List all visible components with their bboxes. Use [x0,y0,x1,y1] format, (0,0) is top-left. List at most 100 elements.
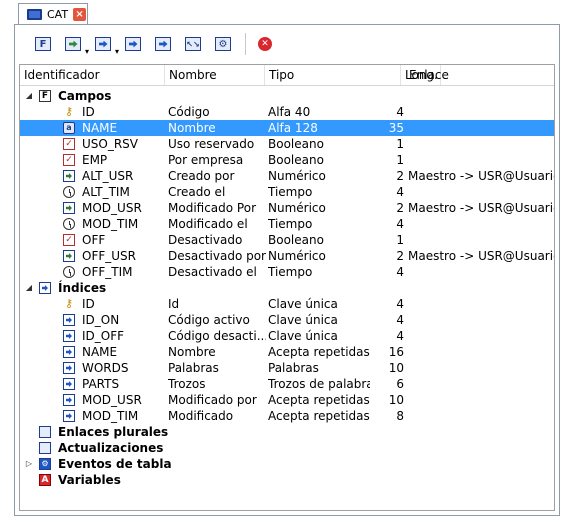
insert-after-icon [98,40,108,48]
expand-icon[interactable]: ▷ [24,456,34,472]
row-type: Clave única [268,297,338,311]
key-icon: ⚷ [64,297,74,310]
group-events[interactable]: ▷ ⚙ Eventos de tabla [20,456,554,472]
gear-icon: ⚙ [218,38,228,50]
column-header-type[interactable]: Tipo [265,65,401,85]
settings-button[interactable]: ⚙ [215,37,231,51]
column-header-id[interactable]: Identificador [20,65,165,85]
toolbar-separator [245,33,246,55]
text-icon: a [63,122,75,134]
row-length: 4 [396,313,404,327]
row-name: Código desacti... [168,329,266,343]
check-icon: ✓ [63,234,75,246]
row-type: Clave única [268,329,338,343]
field-row[interactable]: a NAME Nombre Alfa 128 35 [20,120,554,136]
row-id: ID_OFF [82,329,125,343]
group-variables[interactable]: A Variables [20,472,554,488]
insert-after-button[interactable] [95,37,119,56]
indice-row[interactable]: MOD_TIM Modificado Acepta repetidas 8 [20,408,554,424]
field-button[interactable]: F [35,37,51,51]
row-id: ID [82,297,95,311]
field-row[interactable]: ALT_TIM Creado el Tiempo 4 [20,184,554,200]
group-label: Campos [58,89,112,103]
row-length: 4 [396,185,404,199]
clock-icon [63,218,75,230]
row-id: MOD_USR [82,201,142,215]
row-id: MOD_TIM [82,409,139,423]
row-id: PARTS [82,377,120,391]
row-name: Uso reservado [168,137,255,151]
field-row[interactable]: OFF_TIM Desactivado el Tiempo 4 [20,264,554,280]
row-id: NAME [82,345,118,359]
variables-icon: A [39,474,51,486]
field-icon: F [39,38,47,50]
number-icon [63,250,75,262]
field-row[interactable]: ⚷ ID Código Alfa 40 4 [20,104,554,120]
group-plural-links[interactable]: Enlaces plurales [20,424,554,440]
clock-icon [63,266,75,278]
row-length: 2 [396,169,404,183]
row-length: 4 [396,329,404,343]
field-row[interactable]: ✓ USO_RSV Uso reservado Booleano 1 [20,136,554,152]
group-label: Actualizaciones [58,441,164,455]
row-name: Creado por [168,169,235,183]
clock-icon [63,186,75,198]
insert-button[interactable] [65,37,89,56]
indice-row[interactable]: MOD_USR Modificado por Acepta repetidas 10 [20,392,554,408]
fields-group-icon: F [39,90,51,102]
index-icon [63,330,75,342]
indice-row[interactable]: NAME Nombre Acepta repetidas 16 [20,344,554,360]
row-type: Booleano [268,233,324,247]
row-length: 1 [396,153,404,167]
row-length: 4 [396,265,404,279]
number-icon [63,202,75,214]
index-icon [63,394,75,406]
row-length: 6 [396,377,404,391]
row-id: ALT_USR [82,169,134,183]
row-length: 2 [396,249,404,263]
indice-row[interactable]: WORDS Palabras Palabras 10 [20,360,554,376]
field-row[interactable]: ✓ EMP Por empresa Booleano 1 [20,152,554,168]
index-icon [63,378,75,390]
indice-row[interactable]: PARTS Trozos Trozos de palabras 6 [20,376,554,392]
row-name: Código activo [168,313,250,327]
row-type: Acepta repetidas [268,345,370,359]
link-button[interactable]: ↖↘ [185,37,201,51]
field-row[interactable]: ✓ OFF Desactivado Booleano 1 [20,232,554,248]
indice-row[interactable]: ⚷ ID Id Clave única 4 [20,296,554,312]
indice-row[interactable]: ID_OFF Código desacti... Clave única 4 [20,328,554,344]
row-type: Booleano [268,137,324,151]
index-button[interactable] [125,37,141,51]
tab-cat[interactable]: CAT × [18,3,88,24]
row-type: Tiempo [268,265,313,279]
field-row[interactable]: MOD_USR Modificado Por Numérico 2 Maestro ->… [20,200,554,216]
group-fields[interactable]: ◢ F Campos [20,88,554,104]
tree-rows: ◢ F Campos ⚷ ID Código Alfa 40 4 a NAME Nombre A… [20,86,554,488]
delete-button[interactable]: ✕ [258,37,272,51]
collapse-icon[interactable]: ◢ [24,280,34,296]
row-type: Numérico [268,201,326,215]
row-length: 10 [388,361,404,375]
close-tab-icon[interactable]: × [73,7,87,21]
row-type: Numérico [268,169,326,183]
column-header-name[interactable]: Nombre [165,65,265,85]
field-row[interactable]: ALT_USR Creado por Numérico 2 Maestro -> USR… [20,168,554,184]
row-length: 4 [396,105,404,119]
document-icon [27,8,42,20]
group-indices[interactable]: ◢ Índices [20,280,554,296]
field-row[interactable]: MOD_TIM Modificado el Tiempo 4 [20,216,554,232]
row-length: 2 [396,201,404,215]
row-name: Desactivado el [168,265,257,279]
indice-row[interactable]: ID_ON Código activo Clave única 4 [20,312,554,328]
tree-grid[interactable]: Identificador Nombre Tipo Long. Enlace ◢… [19,64,555,511]
group-updates[interactable]: Actualizaciones [20,440,554,456]
collapse-icon[interactable]: ◢ [24,88,34,104]
field-row[interactable]: OFF_USR Desactivado por Numérico 2 Maestro -… [20,248,554,264]
column-header-link[interactable]: Enlace [405,65,554,85]
updates-icon [39,442,51,454]
grid-header: Identificador Nombre Tipo Long. Enlace [20,65,554,86]
row-id: WORDS [82,361,129,375]
tab-label: CAT [47,7,69,21]
index-arrow-button[interactable] [155,37,171,51]
row-length: 16 [388,345,404,359]
